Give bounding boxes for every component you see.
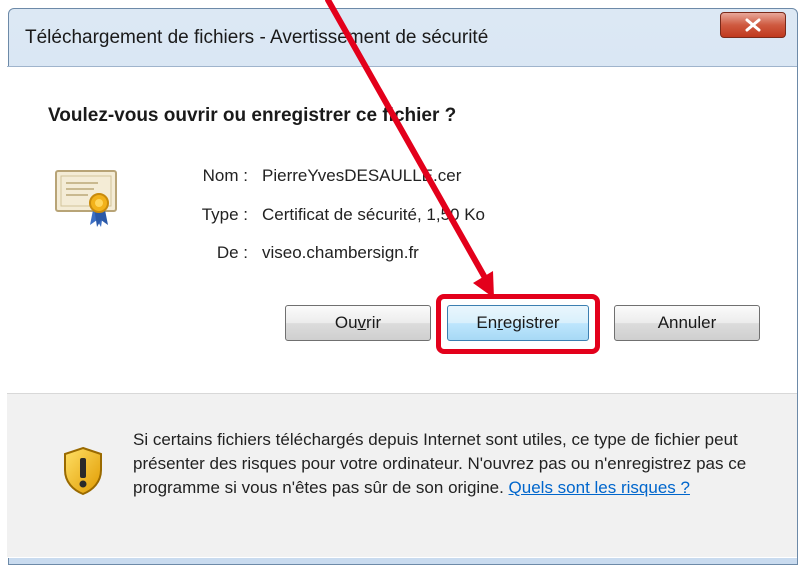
red-arrow-annotation bbox=[325, 0, 494, 298]
